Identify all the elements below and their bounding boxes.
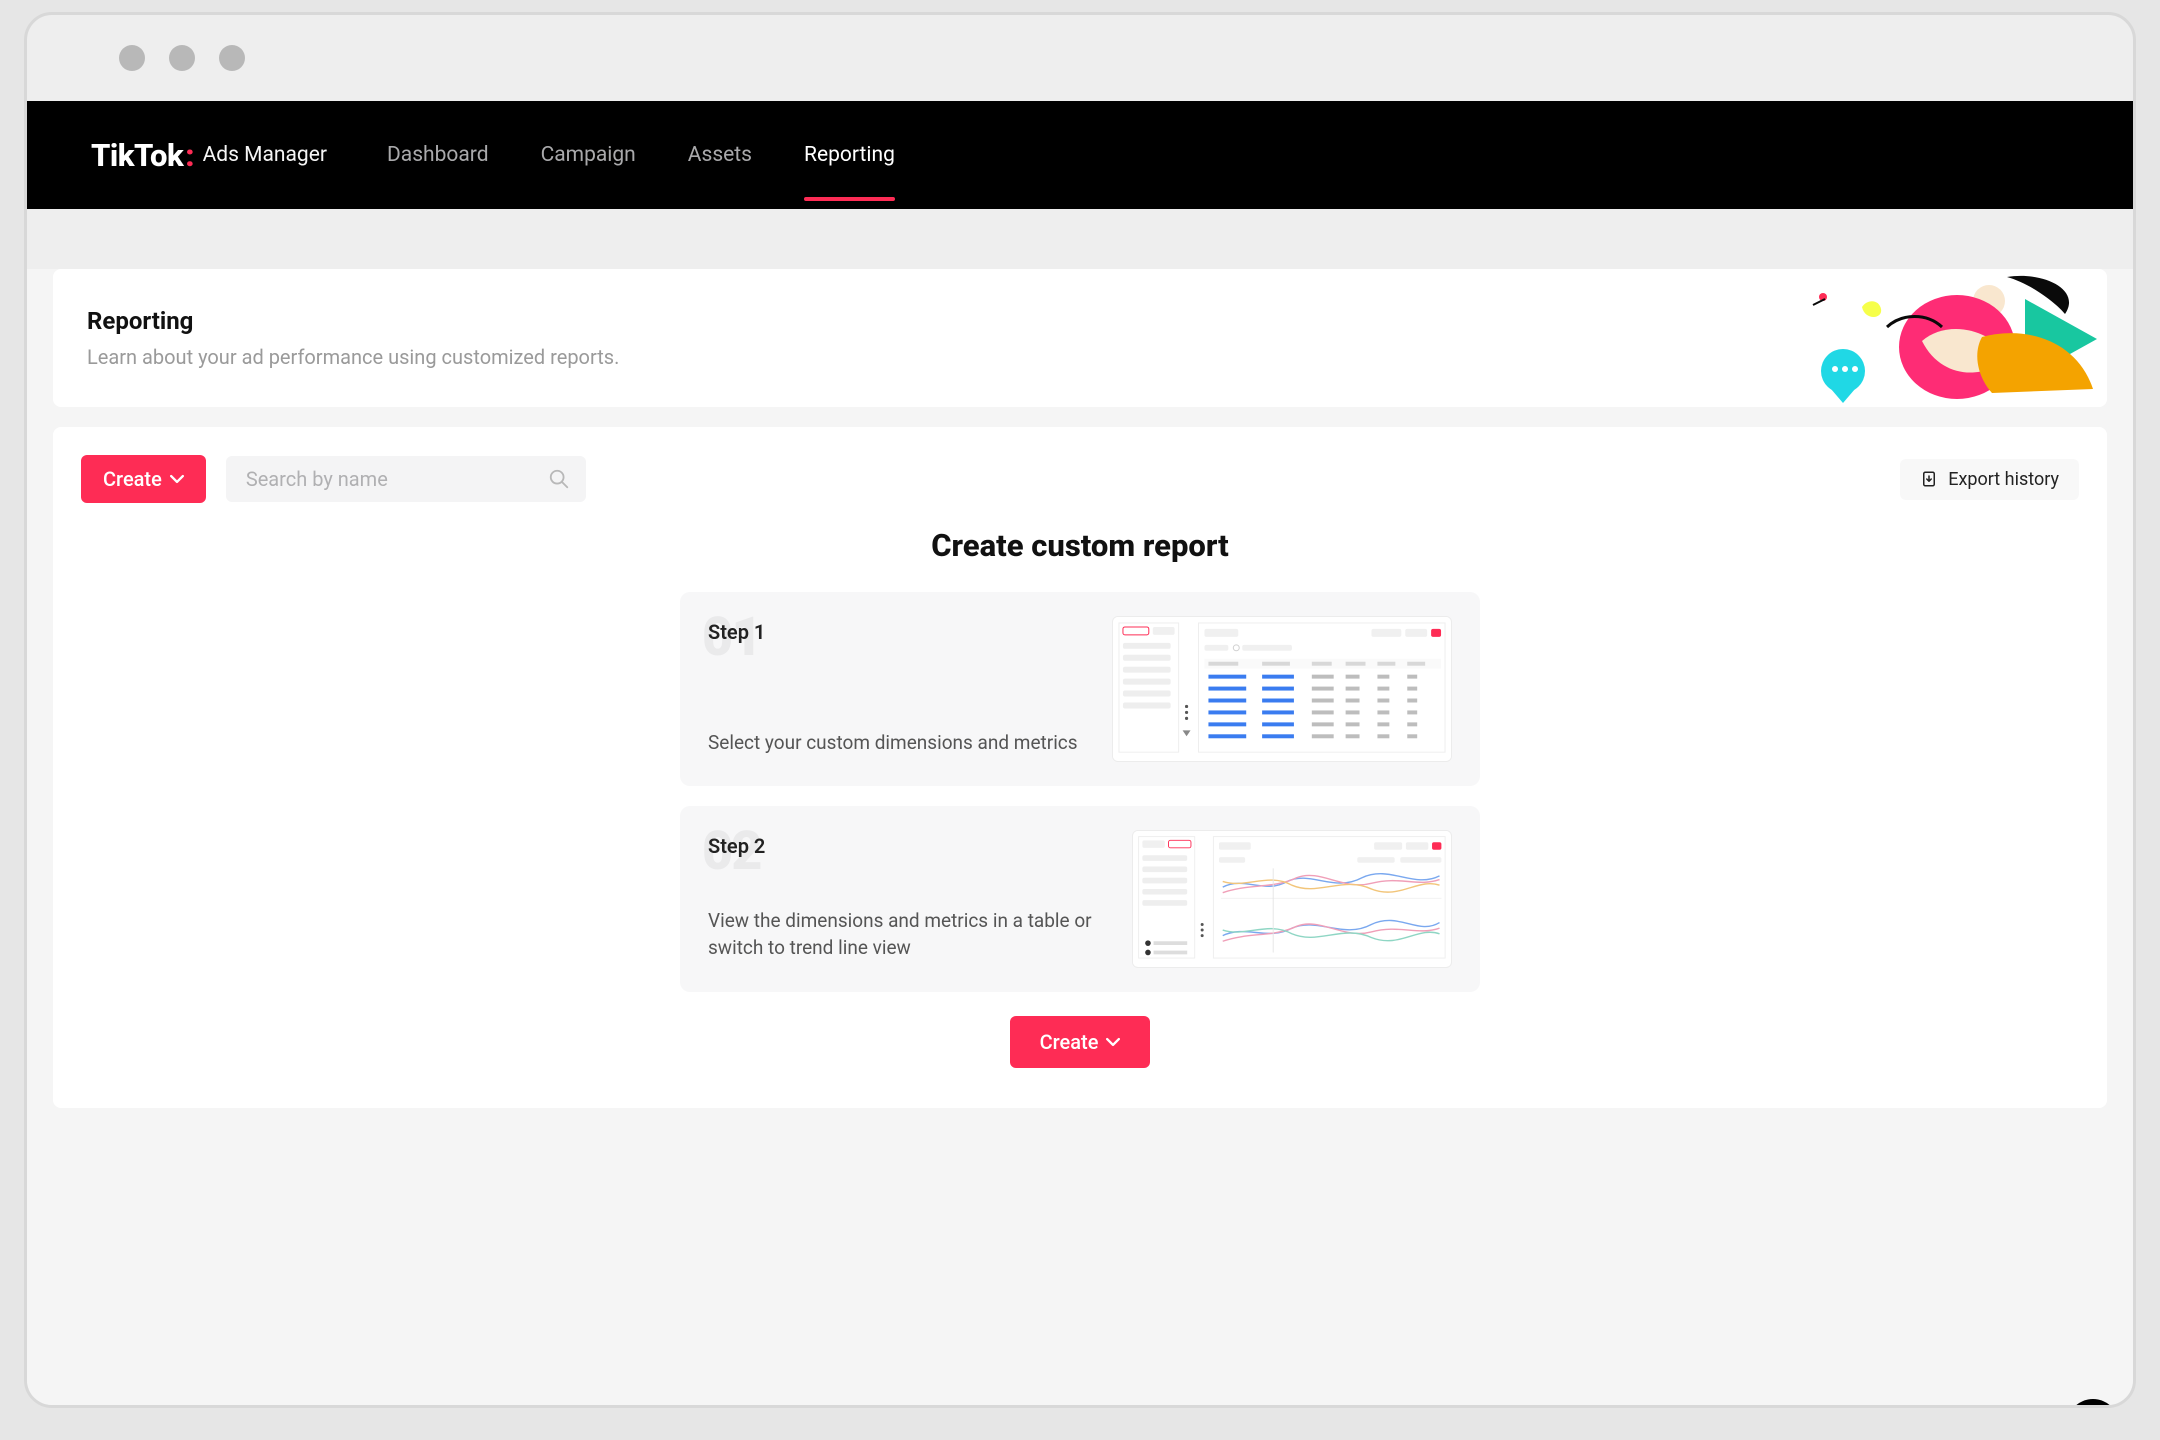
create-button-label: Create [103, 467, 162, 491]
create-button-bottom[interactable]: Create [1010, 1016, 1151, 1068]
section-title: Create custom report [81, 527, 2079, 564]
brand-product: Ads Manager [203, 143, 327, 167]
body-card: Create Export history Create custom repo… [53, 427, 2107, 1108]
window-dot [219, 45, 245, 71]
window-controls [27, 15, 2133, 101]
search-icon [548, 468, 570, 490]
chevron-down-icon [1106, 1035, 1120, 1049]
search-input[interactable] [226, 456, 586, 502]
nav-assets[interactable]: Assets [688, 133, 752, 177]
page-title: Reporting [87, 307, 2067, 335]
create-button-bottom-label: Create [1040, 1030, 1099, 1054]
help-button[interactable]: ? [2067, 1399, 2119, 1408]
step-card-1: 01 Step 1 Select your custom dimensions … [680, 592, 1480, 786]
top-nav: TikTok: Ads Manager Dashboard Campaign A… [27, 101, 2133, 209]
brand: TikTok: Ads Manager [91, 137, 327, 174]
create-bottom-wrap: Create [81, 1016, 2079, 1068]
search-field[interactable] [226, 456, 586, 502]
step-thumb-chart [1132, 830, 1452, 968]
nav-dashboard[interactable]: Dashboard [387, 133, 489, 177]
step-label: Step 2 [708, 834, 1112, 858]
export-history-button[interactable]: Export history [1900, 459, 2079, 500]
create-button-top[interactable]: Create [81, 455, 206, 503]
header-illustration [1807, 269, 2097, 407]
brand-colon-icon: : [185, 137, 194, 174]
nav-campaign[interactable]: Campaign [541, 133, 636, 177]
step-desc: Select your custom dimensions and metric… [708, 730, 1092, 757]
file-export-icon [1920, 470, 1938, 488]
step-thumb-table [1112, 616, 1452, 762]
chevron-down-icon [170, 472, 184, 486]
nav-items: Dashboard Campaign Assets Reporting [387, 133, 895, 177]
nav-reporting[interactable]: Reporting [804, 133, 895, 177]
page-subtitle: Learn about your ad performance using cu… [87, 345, 2067, 369]
step-card-2: 02 Step 2 View the dimensions and metric… [680, 806, 1480, 992]
window-dot [169, 45, 195, 71]
steps-list: 01 Step 1 Select your custom dimensions … [680, 592, 1480, 992]
export-history-label: Export history [1948, 469, 2059, 490]
brand-name: TikTok [91, 137, 183, 174]
window-dot [119, 45, 145, 71]
page-header: Reporting Learn about your ad performanc… [53, 269, 2107, 407]
browser-window: TikTok: Ads Manager Dashboard Campaign A… [24, 12, 2136, 1408]
step-desc: View the dimensions and metrics in a tab… [708, 908, 1112, 961]
toolbar: Create Export history [81, 455, 2079, 503]
page-content: Reporting Learn about your ad performanc… [27, 269, 2133, 1408]
step-label: Step 1 [708, 620, 1092, 644]
